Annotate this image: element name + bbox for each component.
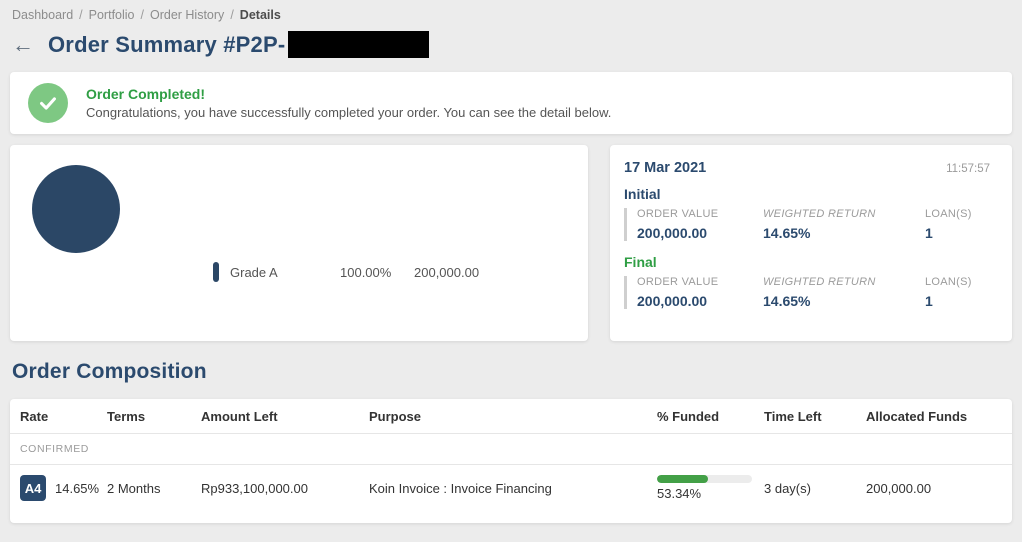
alert-message: Congratulations, you have successfully c… bbox=[86, 105, 611, 120]
weighted-return: 14.65% bbox=[763, 225, 925, 241]
funded-progress-bar bbox=[657, 475, 752, 483]
page-header: ← Order Summary #P2P- bbox=[10, 31, 1012, 58]
column-header-allocated-funds: Allocated Funds bbox=[866, 409, 1002, 424]
order-value: 200,000.00 bbox=[637, 293, 763, 309]
rate-value: 14.65% bbox=[55, 481, 99, 496]
purpose-cell: Koin Invoice : Invoice Financing bbox=[369, 481, 657, 496]
allocation-pie-chart bbox=[32, 165, 120, 253]
order-value-label: ORDER VALUE bbox=[637, 208, 763, 220]
summary-date: 17 Mar 2021 bbox=[624, 160, 706, 176]
legend-amount: 200,000.00 bbox=[414, 265, 479, 280]
pie-legend-item: Grade A 100.00% 200,000.00 bbox=[213, 203, 479, 341]
breadcrumb-portfolio[interactable]: Portfolio bbox=[89, 8, 135, 22]
confirmed-group-label: CONFIRMED bbox=[20, 443, 89, 455]
back-arrow-icon[interactable]: ← bbox=[12, 34, 34, 56]
loans-count: 1 bbox=[925, 225, 990, 241]
final-section-label: Final bbox=[624, 254, 990, 270]
order-details-page: Dashboard / Portfolio / Order History / … bbox=[0, 0, 1022, 523]
weighted-return-label: WEIGHTED RETURN bbox=[763, 208, 925, 220]
breadcrumb-separator: / bbox=[141, 8, 144, 22]
breadcrumb-dashboard[interactable]: Dashboard bbox=[12, 8, 73, 22]
metric-loans: LOAN(S) 1 bbox=[925, 276, 990, 309]
rate-cell: A4 14.65% bbox=[20, 475, 107, 501]
check-circle-icon bbox=[28, 83, 68, 123]
alert-title: Order Completed! bbox=[86, 86, 611, 102]
column-header-amount-left: Amount Left bbox=[201, 409, 369, 424]
confirmed-group-row: CONFIRMED bbox=[10, 434, 1012, 465]
metric-order-value: ORDER VALUE 200,000.00 bbox=[637, 208, 763, 241]
column-header-funded: % Funded bbox=[657, 409, 764, 424]
order-composition-table: Rate Terms Amount Left Purpose % Funded … bbox=[10, 399, 1012, 523]
metric-order-value: ORDER VALUE 200,000.00 bbox=[637, 276, 763, 309]
summary-date-row: 17 Mar 2021 11:57:57 bbox=[624, 160, 990, 176]
breadcrumb-order-history[interactable]: Order History bbox=[150, 8, 224, 22]
breadcrumb: Dashboard / Portfolio / Order History / … bbox=[10, 8, 1012, 22]
summary-time: 11:57:57 bbox=[946, 163, 990, 175]
metric-loans: LOAN(S) 1 bbox=[925, 208, 990, 241]
breadcrumb-separator: / bbox=[79, 8, 82, 22]
allocated-funds-cell: 200,000.00 bbox=[866, 481, 1002, 496]
metric-weighted-return: WEIGHTED RETURN 14.65% bbox=[763, 276, 925, 309]
page-title: Order Summary #P2P- bbox=[48, 32, 285, 58]
column-header-purpose: Purpose bbox=[369, 409, 657, 424]
legend-label: Grade A bbox=[230, 265, 340, 280]
legend-percent: 100.00% bbox=[340, 265, 414, 280]
order-value-label: ORDER VALUE bbox=[637, 276, 763, 288]
funded-cell: 53.34% bbox=[657, 475, 764, 501]
grade-badge: A4 bbox=[20, 475, 46, 501]
loans-count: 1 bbox=[925, 293, 990, 309]
initial-section-label: Initial bbox=[624, 186, 990, 202]
loans-label: LOAN(S) bbox=[925, 208, 990, 220]
breadcrumb-separator: / bbox=[230, 8, 233, 22]
column-header-terms: Terms bbox=[107, 409, 201, 424]
initial-metrics: ORDER VALUE 200,000.00 WEIGHTED RETURN 1… bbox=[624, 208, 990, 241]
column-header-rate: Rate bbox=[20, 409, 107, 424]
metric-weighted-return: WEIGHTED RETURN 14.65% bbox=[763, 208, 925, 241]
funded-progress-fill bbox=[657, 475, 708, 483]
order-completed-alert: Order Completed! Congratulations, you ha… bbox=[10, 72, 1012, 134]
final-metrics: ORDER VALUE 200,000.00 WEIGHTED RETURN 1… bbox=[624, 276, 990, 309]
terms-cell: 2 Months bbox=[107, 481, 201, 496]
column-header-time-left: Time Left bbox=[764, 409, 866, 424]
order-summary-card: 17 Mar 2021 11:57:57 Initial ORDER VALUE… bbox=[610, 145, 1012, 341]
table-row[interactable]: A4 14.65% 2 Months Rp933,100,000.00 Koin… bbox=[10, 465, 1012, 511]
breadcrumb-details-current: Details bbox=[240, 8, 281, 22]
alert-text: Order Completed! Congratulations, you ha… bbox=[86, 86, 611, 120]
amount-left-cell: Rp933,100,000.00 bbox=[201, 481, 369, 496]
order-value: 200,000.00 bbox=[637, 225, 763, 241]
order-composition-title: Order Composition bbox=[12, 360, 1012, 384]
funded-percent-text: 53.34% bbox=[657, 486, 752, 501]
weighted-return: 14.65% bbox=[763, 293, 925, 309]
weighted-return-label: WEIGHTED RETURN bbox=[763, 276, 925, 288]
loans-label: LOAN(S) bbox=[925, 276, 990, 288]
legend-marker-grade-a bbox=[213, 262, 219, 282]
allocation-chart-card: Grade A 100.00% 200,000.00 bbox=[10, 145, 588, 341]
time-left-cell: 3 day(s) bbox=[764, 481, 866, 496]
overview-cards: Grade A 100.00% 200,000.00 17 Mar 2021 1… bbox=[10, 145, 1012, 341]
redacted-order-id bbox=[288, 31, 429, 58]
table-header-row: Rate Terms Amount Left Purpose % Funded … bbox=[10, 399, 1012, 434]
